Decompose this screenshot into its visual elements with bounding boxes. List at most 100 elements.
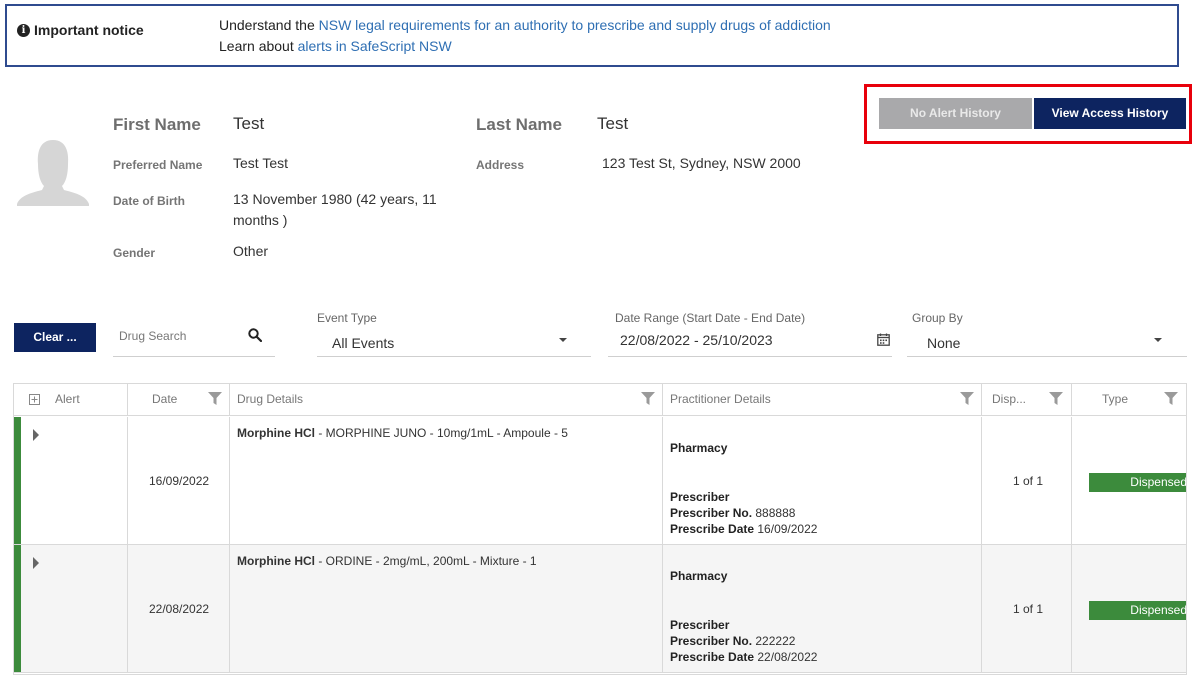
- notice-line-2-prefix: Learn about: [219, 38, 298, 54]
- date-range-label: Date Range (Start Date - End Date): [615, 311, 806, 325]
- preferred-name-value: Test Test: [233, 155, 288, 171]
- type-filter-icon[interactable]: [1164, 392, 1178, 406]
- pharmacy-label: Pharmacy: [670, 569, 727, 583]
- prescribe-date-label: Prescribe Date: [670, 650, 755, 664]
- event-type-select[interactable]: All Events: [317, 328, 591, 357]
- row-date: 22/08/2022: [149, 602, 210, 616]
- gender-label: Gender: [113, 246, 156, 260]
- type-cell: Dispensed: [1072, 545, 1186, 672]
- drug-details-cell: Morphine HCl - ORDINE - 2mg/mL, 200mL - …: [230, 545, 663, 672]
- expand-all-icon[interactable]: [29, 394, 40, 405]
- date-filter-icon[interactable]: [208, 392, 222, 406]
- column-label-alert: Alert: [55, 392, 80, 406]
- dispensed-count: 1 of 1: [1013, 474, 1044, 488]
- date-cell: 16/09/2022: [128, 417, 230, 544]
- prescribe-date-value: 22/08/2022: [754, 650, 818, 664]
- event-type-label: Event Type: [317, 311, 377, 325]
- expand-row-icon[interactable]: [33, 557, 39, 569]
- column-header-practitioner-details[interactable]: Practitioner Details: [663, 384, 982, 416]
- table-row[interactable]: 22/08/2022 Morphine HCl - ORDINE - 2mg/m…: [14, 545, 1186, 673]
- drug-search-input[interactable]: Drug Search: [113, 318, 275, 357]
- pharmacy-text: Pharmacy: [670, 569, 728, 583]
- prescriber-no-value: 222222: [752, 634, 796, 648]
- column-label-drug-details: Drug Details: [237, 392, 304, 406]
- prescriber-no-value: 888888: [752, 506, 796, 520]
- nsw-legal-requirements-link[interactable]: NSW legal requirements for an authority …: [319, 17, 831, 33]
- column-label-practitioner-details: Practitioner Details: [670, 392, 771, 406]
- notice-line-1: Understand the NSW legal requirements fo…: [219, 15, 831, 36]
- drug-details: Morphine HCl - ORDINE - 2mg/mL, 200mL - …: [237, 554, 537, 568]
- drug-details-cell: Morphine HCl - MORPHINE JUNO - 10mg/1mL …: [230, 417, 663, 544]
- first-name-label: First Name: [113, 115, 201, 134]
- notice-title-text: Important notice: [34, 22, 144, 38]
- column-label-date: Date: [152, 392, 178, 406]
- dispensed-cell: 1 of 1: [982, 417, 1072, 544]
- notice-line-2: Learn about alerts in SafeScript NSW: [219, 36, 831, 57]
- notice-line-1-prefix: Understand the: [219, 17, 319, 33]
- column-header-date[interactable]: Date: [128, 384, 230, 416]
- alert-cell: [14, 545, 128, 672]
- prescriber-no-label: Prescriber No.: [670, 506, 753, 520]
- dob-line-2: months ): [233, 212, 288, 228]
- gender-value: Other: [233, 243, 269, 259]
- date-range-input[interactable]: 22/08/2022 - 25/10/2023: [608, 326, 892, 357]
- table-header: Alert Date Drug Details Practitioner Det…: [14, 384, 1186, 416]
- clear-filters-button[interactable]: Clear ...: [14, 323, 96, 352]
- drug-name: Morphine HCl: [237, 554, 315, 568]
- drug-details-filter-icon[interactable]: [641, 392, 655, 406]
- last-name-value: Test: [597, 114, 629, 133]
- drug-description: - MORPHINE JUNO - 10mg/1mL - Ampoule - 5: [315, 426, 568, 440]
- prescriber-no-label: Prescriber No.: [670, 634, 753, 648]
- dispensed-filter-icon[interactable]: [1049, 392, 1063, 406]
- drug-description: - ORDINE - 2mg/mL, 200mL - Mixture - 1: [315, 554, 537, 568]
- dob-line-1: 13 November 1980 (42 years, 11: [233, 191, 437, 207]
- view-access-history-button[interactable]: View Access History: [1034, 98, 1186, 129]
- practitioner-filter-icon[interactable]: [960, 392, 974, 406]
- info-icon: i: [17, 23, 30, 37]
- table-row[interactable]: 16/09/2022 Morphine HCl - MORPHINE JUNO …: [14, 417, 1186, 545]
- type-cell: Dispensed: [1072, 417, 1186, 544]
- type-badge: Dispensed: [1089, 473, 1186, 492]
- group-by-chevron-down-icon: [1154, 338, 1162, 342]
- notice-lines: Understand the NSW legal requirements fo…: [219, 15, 831, 57]
- column-header-drug-details[interactable]: Drug Details: [230, 384, 663, 416]
- first-name-value: Test: [233, 114, 265, 133]
- prescribe-date-value: 16/09/2022: [754, 522, 818, 536]
- column-header-type[interactable]: Type: [1072, 384, 1186, 416]
- prescriber-number: Prescriber No. 888888: [670, 506, 795, 520]
- column-header-dispensed[interactable]: Disp...: [982, 384, 1072, 416]
- dob-label: Date of Birth: [113, 194, 185, 208]
- dispensed-cell: 1 of 1: [982, 545, 1072, 672]
- no-alert-history-button: No Alert History: [879, 98, 1032, 129]
- search-icon[interactable]: [248, 328, 262, 342]
- event-type-chevron-down-icon: [559, 338, 567, 342]
- prescribe-date: Prescribe Date 22/08/2022: [670, 650, 817, 664]
- alert-cell: [14, 417, 128, 544]
- address-label: Address: [476, 158, 525, 172]
- address-value: 123 Test St, Sydney, NSW 2000: [602, 155, 801, 171]
- prescribe-date-label: Prescribe Date: [670, 522, 755, 536]
- dob-value: 13 November 1980 (42 years, 11 months ): [233, 189, 437, 231]
- expand-row-icon[interactable]: [33, 429, 39, 441]
- important-notice-banner: i Important notice Understand the NSW le…: [5, 4, 1179, 67]
- alerts-in-safescript-link[interactable]: alerts in SafeScript NSW: [298, 38, 452, 54]
- column-label-type: Type: [1102, 392, 1129, 406]
- dispensed-count: 1 of 1: [1013, 602, 1044, 616]
- row-date: 16/09/2022: [149, 474, 210, 488]
- group-by-select[interactable]: None: [907, 328, 1187, 357]
- prescriber-label: Prescriber: [670, 490, 729, 504]
- calendar-icon[interactable]: [877, 333, 890, 346]
- prescriber-text: Prescriber: [670, 490, 730, 504]
- column-header-alert[interactable]: Alert: [14, 384, 128, 416]
- preferred-name-label: Preferred Name: [113, 158, 203, 172]
- practitioner-details-cell: Pharmacy Prescriber Prescriber No. 88888…: [663, 417, 982, 544]
- prescriber-label: Prescriber: [670, 618, 729, 632]
- date-cell: 22/08/2022: [128, 545, 230, 672]
- column-label-dispensed: Disp...: [992, 392, 1027, 406]
- events-table: Alert Date Drug Details Practitioner Det…: [13, 383, 1187, 675]
- prescriber-text: Prescriber: [670, 618, 730, 632]
- practitioner-details-cell: Pharmacy Prescriber Prescriber No. 22222…: [663, 545, 982, 672]
- group-by-value: None: [927, 335, 961, 351]
- drug-search-placeholder: Drug Search: [119, 329, 187, 343]
- event-type-value: All Events: [332, 335, 395, 351]
